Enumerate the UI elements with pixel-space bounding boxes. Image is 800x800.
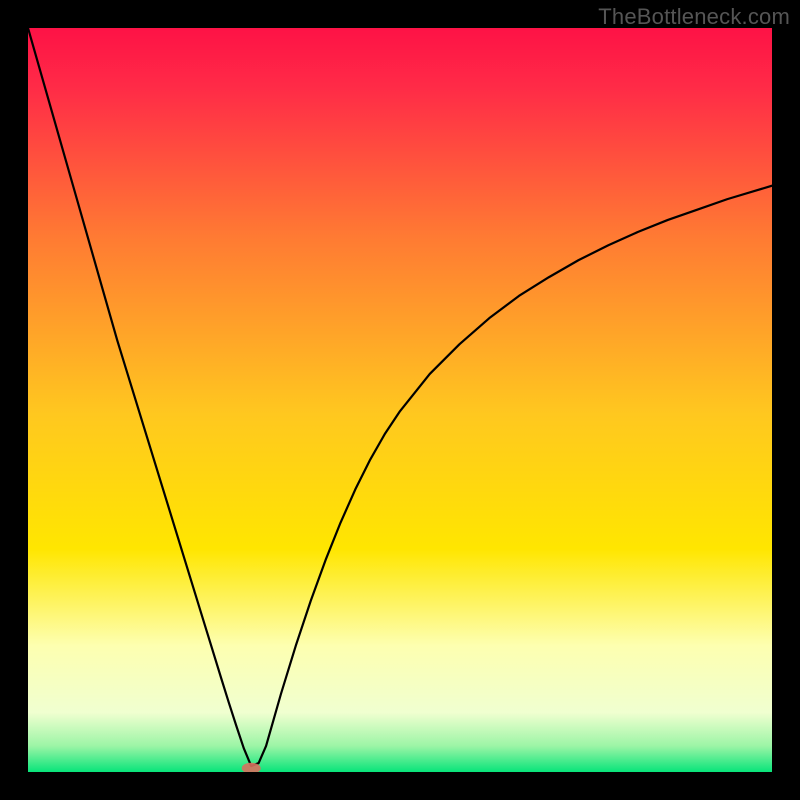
gradient-background [28, 28, 772, 772]
chart-svg [28, 28, 772, 772]
chart-frame: TheBottleneck.com [0, 0, 800, 800]
optimal-point-marker [242, 763, 260, 772]
plot-area [28, 28, 772, 772]
watermark-text: TheBottleneck.com [598, 4, 790, 30]
